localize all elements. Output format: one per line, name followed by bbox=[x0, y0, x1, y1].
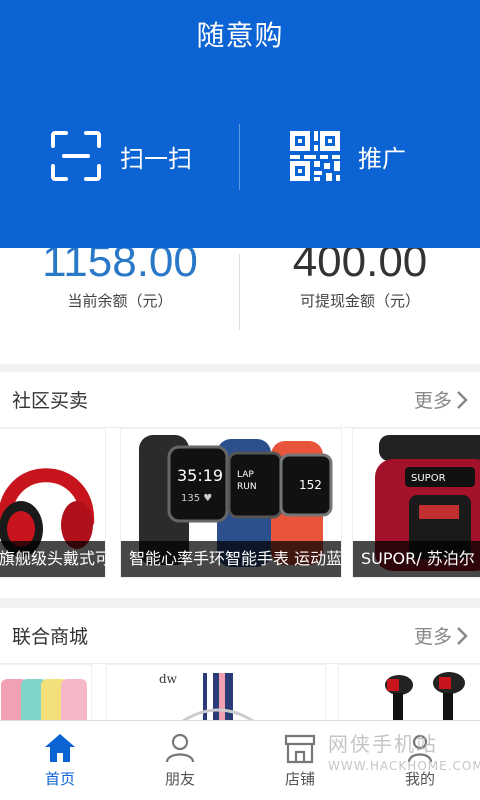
tab-home[interactable]: 首页 bbox=[0, 721, 120, 800]
svg-text:RUN: RUN bbox=[237, 482, 257, 492]
earphones-image bbox=[339, 665, 480, 723]
mall-product-strip: dw bbox=[0, 664, 480, 724]
qr-code-icon bbox=[290, 131, 340, 181]
withdrawable-label: 可提现金额（元） bbox=[299, 292, 420, 310]
scan-icon bbox=[51, 131, 101, 181]
product-card[interactable]: SUPOR SUPOR/ 苏泊尔 bbox=[352, 428, 480, 578]
svg-text:135 ♥: 135 ♥ bbox=[181, 493, 212, 504]
svg-text:152: 152 bbox=[299, 478, 322, 492]
svg-text:SUPOR: SUPOR bbox=[411, 473, 446, 484]
wristwatch-image: dw bbox=[107, 665, 325, 723]
promote-label: 推广 bbox=[358, 144, 406, 173]
more-label: 更多 bbox=[413, 626, 452, 648]
tab-label: 朋友 bbox=[164, 770, 195, 788]
mall-section: 联合商城 更多 dw bbox=[0, 608, 480, 724]
tab-label: 首页 bbox=[44, 770, 75, 788]
tab-friends[interactable]: 朋友 bbox=[120, 721, 240, 800]
header-divider bbox=[239, 124, 240, 190]
current-balance-label: 当前余额（元） bbox=[67, 292, 173, 310]
mall-more-link[interactable]: 更多 bbox=[414, 622, 468, 649]
community-more-link[interactable]: 更多 bbox=[414, 386, 468, 413]
product-card[interactable]: 35:19 135 ♥ LAP RUN 152 智能心率手环智能手表 运动蓝 bbox=[120, 428, 342, 578]
community-title: 社区买卖 bbox=[12, 390, 89, 412]
current-balance-value: 1158.00 bbox=[42, 248, 198, 286]
chevron-right-icon bbox=[457, 390, 468, 409]
withdrawable-amount[interactable]: 400.00 可提现金额（元） bbox=[240, 248, 480, 311]
balance-panel: 1158.00 当前余额（元） 400.00 可提现金额（元） bbox=[0, 248, 480, 364]
product-card[interactable]: 旗舰级头戴式可折 bbox=[0, 428, 106, 578]
shop-icon bbox=[284, 734, 316, 764]
app-header: 随意购 扫一扫 推广 bbox=[0, 0, 480, 248]
community-section: 社区买卖 更多 旗舰级头戴式可折 bbox=[0, 372, 480, 598]
product-caption: 旗舰级头戴式可折 bbox=[0, 541, 105, 577]
svg-text:35:19: 35:19 bbox=[177, 466, 223, 485]
scan-button[interactable]: 扫一扫 bbox=[50, 120, 192, 192]
mall-title: 联合商城 bbox=[12, 626, 89, 648]
more-label: 更多 bbox=[413, 390, 452, 412]
watermark-url: WWW.HACKHOME.COM bbox=[328, 759, 480, 773]
power-bank-image bbox=[0, 665, 91, 723]
community-header: 社区买卖 更多 bbox=[0, 372, 480, 428]
current-balance[interactable]: 1158.00 当前余额（元） bbox=[0, 248, 240, 311]
scan-label: 扫一扫 bbox=[120, 144, 192, 173]
watermark-title: 网侠手机站 bbox=[328, 732, 438, 756]
product-caption: 智能心率手环智能手表 运动蓝 bbox=[121, 541, 341, 577]
withdrawable-value: 400.00 bbox=[292, 248, 428, 286]
product-card[interactable] bbox=[0, 664, 92, 724]
home-icon bbox=[45, 734, 75, 762]
product-card[interactable] bbox=[338, 664, 480, 724]
tab-label: 店铺 bbox=[284, 770, 315, 788]
svg-text:LAP: LAP bbox=[237, 470, 254, 480]
promote-button[interactable]: 推广 bbox=[290, 120, 406, 192]
product-caption: SUPOR/ 苏泊尔 bbox=[353, 541, 480, 577]
watermark: 网侠手机站 WWW.HACKHOME.COM bbox=[328, 728, 480, 773]
community-product-strip: 旗舰级头戴式可折 35:19 135 ♥ LAP RUN 152 bbox=[0, 428, 480, 598]
chevron-right-icon bbox=[457, 626, 468, 645]
mall-header: 联合商城 更多 bbox=[0, 608, 480, 664]
app-title: 随意购 bbox=[196, 19, 284, 52]
svg-text:dw: dw bbox=[159, 672, 178, 686]
friends-icon bbox=[165, 733, 195, 763]
product-card[interactable]: dw bbox=[106, 664, 326, 724]
